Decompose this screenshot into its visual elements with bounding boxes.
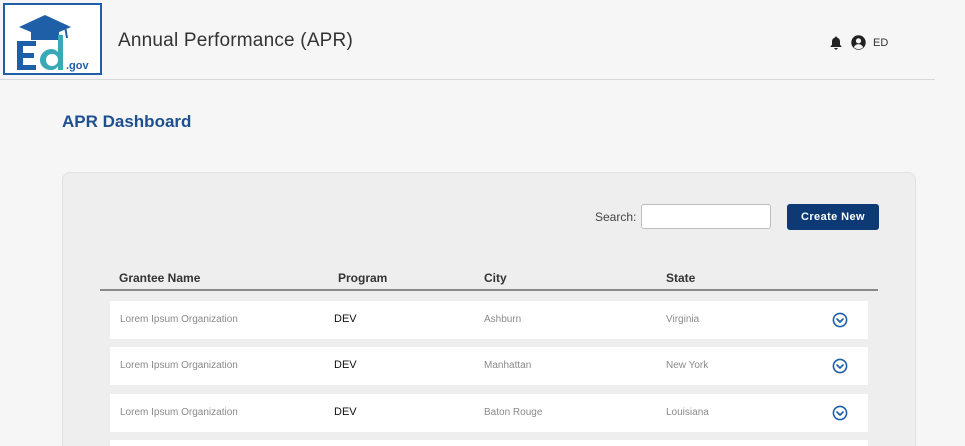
cell-program: DEV [334,406,357,418]
chevron-down-circle-icon[interactable] [832,405,848,421]
cell-city: Ashburn [484,314,522,325]
app-title: Annual Performance (APR) [118,30,354,51]
ed-gov-logo[interactable]: .gov [3,3,102,75]
app-header: .gov Annual Performance (APR) ED [0,0,935,80]
column-header-program[interactable]: Program [338,271,387,285]
cell-state: Louisiana [666,407,709,418]
create-new-button[interactable]: Create New [787,204,879,230]
table-row[interactable]: Lorem Ipsum Organization DEV Ashburn Vir… [110,301,868,339]
column-header-city[interactable]: City [484,271,507,285]
page: .gov Annual Performance (APR) ED APR Das… [0,0,965,446]
table-header-divider [100,289,878,291]
cell-program: DEV [334,359,357,371]
search-label: Search: [595,210,637,224]
column-header-grantee-name[interactable]: Grantee Name [119,271,200,285]
table-row[interactable] [110,440,868,446]
svg-text:.gov: .gov [66,60,89,72]
header-actions: ED [830,35,888,50]
user-circle-icon[interactable] [851,35,866,50]
cell-grantee-name: Lorem Ipsum Organization [120,407,238,418]
column-header-state[interactable]: State [666,271,695,285]
table-row[interactable]: Lorem Ipsum Organization DEV Manhattan N… [110,347,868,385]
chevron-down-circle-icon[interactable] [832,312,848,328]
cell-city: Baton Rouge [484,407,543,418]
bell-icon[interactable] [830,36,842,50]
cell-state: Virginia [666,314,700,325]
cell-state: New York [666,360,709,371]
table-row[interactable]: Lorem Ipsum Organization DEV Baton Rouge… [110,394,868,432]
ed-gov-logo-image: .gov [17,15,89,72]
page-title: APR Dashboard [62,112,192,131]
search-input[interactable] [641,204,771,229]
chevron-down-circle-icon[interactable] [832,358,848,374]
cell-grantee-name: Lorem Ipsum Organization [120,360,238,371]
user-initials[interactable]: ED [873,37,888,49]
cell-program: DEV [334,313,357,325]
cell-city: Manhattan [484,360,532,371]
cell-grantee-name: Lorem Ipsum Organization [120,314,238,325]
